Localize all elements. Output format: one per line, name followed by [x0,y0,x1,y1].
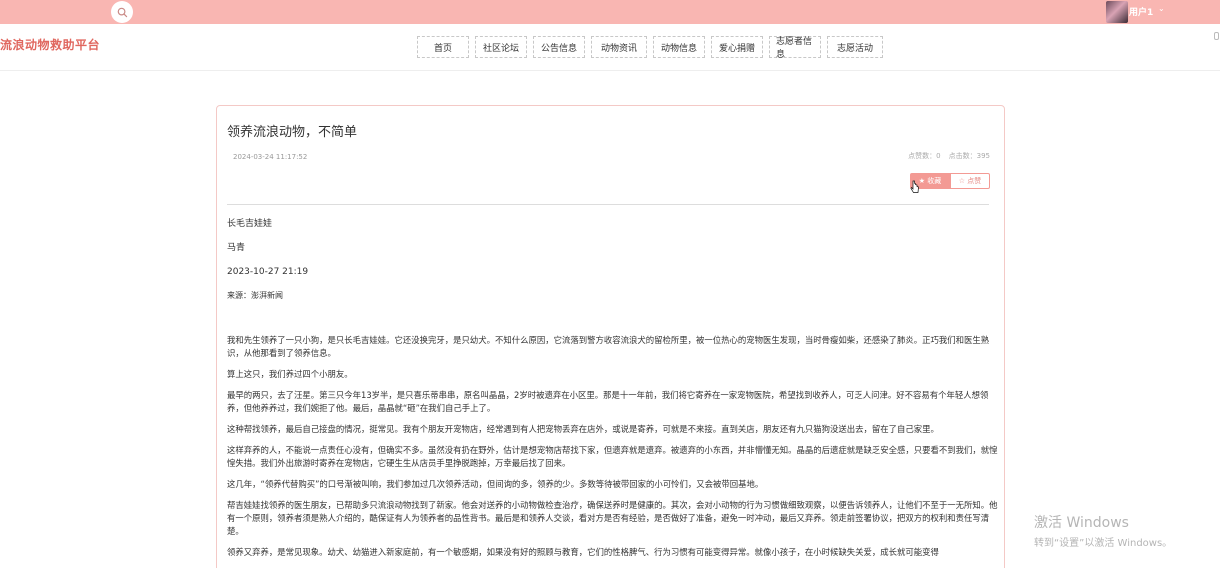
meta-source: 来源：澎湃新闻 [227,291,283,300]
nav-item-volunteer-info[interactable]: 志愿者信息 [769,36,821,60]
article-title: 领养流浪动物，不简单 [227,125,358,140]
nav-item-animal-info[interactable]: 动物信息 [653,36,705,58]
meta-author: 马青 [227,243,246,253]
view-count: 点击数：395 [948,152,990,160]
paragraph: 这样弃养的人，不能说一点责任心没有，但确实不多。虽然没有扔在野外，估计是想宠物店… [227,445,998,468]
username-label[interactable]: 用户1 [1129,5,1153,18]
paragraph: 最早的两只，去了汪星。第三只今年13岁半，是只喜乐蒂串串，原名叫晶晶，2岁时被遗… [227,390,989,413]
nav-item-home[interactable]: 首页 [417,36,469,58]
article-stats: 点赞数：0 点击数：395 [908,151,990,161]
site-header: 流浪动物救助平台 首页 社区论坛 公告信息 动物资讯 动物信息 爱心捐赠 志愿者… [0,24,1220,71]
nav-item-announcements[interactable]: 公告信息 [533,36,585,58]
paragraph: 帮吉娃娃找领养的医生朋友，已帮助多只流浪动物找到了新家。他会对送养的小动物做检查… [227,500,998,536]
nav-item-volunteer-activities[interactable]: 志愿活动 [827,36,883,58]
paragraph: 这几年，“领养代替购买”的口号渐被叫响，我们参加过几次领养活动，但间询的多，领养… [227,479,764,489]
site-brand[interactable]: 流浪动物救助平台 [0,36,100,53]
main-nav: 首页 社区论坛 公告信息 动物资讯 动物信息 爱心捐赠 志愿者信息 志愿活动 [417,36,883,60]
user-avatar[interactable] [1106,1,1128,23]
meta-breed: 长毛吉娃娃 [227,219,273,229]
scroll-indicator [1214,32,1219,40]
article-date: 2024-03-24 11:17:52 [233,153,308,161]
windows-activation-watermark: 激活 Windows 转到“设置”以激活 Windows。 [1034,512,1172,549]
watermark-title: 激活 Windows [1034,515,1129,531]
nav-item-donation[interactable]: 爱心捐赠 [711,36,763,58]
paragraph: 这种帮找领养，最后自己接盘的情况，挺常见。我有个朋友开宠物店，经常遇到有人把宠物… [227,424,939,434]
like-button[interactable]: ☆ 点赞 [950,173,990,189]
paragraph: 算上这只，我们养过四个小朋友。 [227,369,353,379]
nav-item-animal-news[interactable]: 动物资讯 [591,36,647,58]
search-button[interactable] [111,1,133,23]
nav-item-forum[interactable]: 社区论坛 [475,36,527,58]
paragraph: 我和先生领养了一只小狗，是只长毛吉娃娃。它还没换完牙，是只幼犬。不知什么原因，它… [227,335,990,358]
article-body: 长毛吉娃娃 马青 2023-10-27 21:19 来源：澎湃新闻 我和先生领养… [227,218,999,567]
article-actions: ★ 收藏 ☆ 点赞 [910,173,990,189]
chevron-down-icon[interactable]: ⌄ [1158,4,1165,13]
search-icon [117,7,127,17]
divider [227,204,989,205]
top-bar: 用户1 ⌄ [0,0,1220,24]
mouse-cursor-icon [910,180,919,193]
meta-datetime: 2023-10-27 21:19 [227,267,309,277]
watermark-subtitle: 转到“设置”以激活 Windows。 [1034,538,1173,549]
like-count: 点赞数：0 [908,152,941,160]
paragraph: 领养又弃养，是常见现象。幼犬、幼猫进入新家庭前，有一个敏感期，如果没有好的照顾与… [227,547,939,557]
article-card: 领养流浪动物，不简单 2024-03-24 11:17:52 点赞数：0 点击数… [216,105,1005,568]
